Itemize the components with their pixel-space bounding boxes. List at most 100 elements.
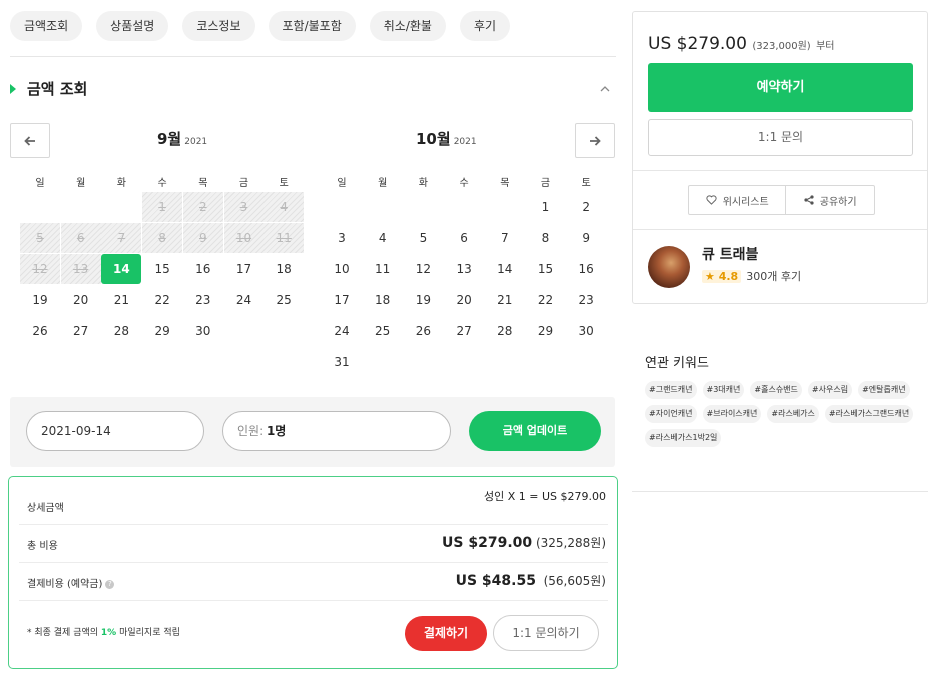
- arrow-left-icon: [24, 135, 35, 146]
- calendar-day-selected[interactable]: 14: [101, 254, 142, 284]
- weekday-label: 토: [279, 178, 289, 189]
- calendar-day[interactable]: 13: [444, 254, 484, 284]
- date-field[interactable]: 2021-09-14: [26, 411, 204, 451]
- price-summary: 상세금액 성인 X 1 = US $279.00 총 비용 US $279.00…: [8, 476, 618, 669]
- deposit-label-wrap: 결제비용 (예약금)?: [27, 575, 115, 590]
- next-month-button[interactable]: [575, 123, 615, 158]
- calendar-day[interactable]: 25: [264, 285, 304, 315]
- tab-included[interactable]: 포함/불포함: [268, 11, 356, 41]
- calendar-day[interactable]: 7: [485, 223, 525, 253]
- month-name: 10월: [416, 130, 451, 148]
- calendar-day[interactable]: 23: [566, 285, 606, 315]
- side-inquiry-button[interactable]: 1:1 문의: [648, 119, 913, 156]
- calendar-day[interactable]: 15: [526, 254, 566, 284]
- calendar-day[interactable]: 21: [101, 285, 141, 315]
- keyword-chip[interactable]: #라스베가스1박2일: [645, 429, 722, 447]
- calendar-day[interactable]: 26: [20, 316, 60, 346]
- calendar-day[interactable]: 16: [183, 254, 223, 284]
- calendar-day[interactable]: 14: [485, 254, 525, 284]
- keyword-chip[interactable]: #라스베가스그랜드캐년: [824, 405, 914, 423]
- people-field[interactable]: 인원: 1명: [222, 411, 451, 451]
- calendar-day[interactable]: 6: [444, 223, 484, 253]
- calendar-day[interactable]: 19: [20, 285, 60, 315]
- calendar-day[interactable]: 17: [322, 285, 362, 315]
- help-icon[interactable]: ?: [105, 579, 115, 589]
- calendar-day[interactable]: 18: [264, 254, 304, 284]
- keyword-chip[interactable]: #라스베가스: [767, 405, 819, 423]
- calendar-day[interactable]: 30: [183, 316, 223, 346]
- prev-month-button[interactable]: [10, 123, 50, 158]
- calendar-day[interactable]: 29: [526, 316, 566, 346]
- wishlist-button[interactable]: 위시리스트: [689, 186, 787, 214]
- calendar-day[interactable]: 26: [403, 316, 443, 346]
- keyword-chip[interactable]: #사우스림: [807, 381, 853, 399]
- calendar-day: 3: [223, 192, 264, 222]
- calendar-day[interactable]: 10: [322, 254, 362, 284]
- calendar-day[interactable]: 28: [485, 316, 525, 346]
- calendar-day[interactable]: 16: [566, 254, 606, 284]
- tab-course[interactable]: 코스정보: [182, 11, 255, 41]
- share-button[interactable]: 공유하기: [786, 186, 874, 214]
- calendar-day[interactable]: 30: [566, 316, 606, 346]
- calendar-day: 5: [20, 223, 60, 253]
- detail-row: 상세금액 성인 X 1 = US $279.00: [19, 477, 608, 525]
- calendar-day[interactable]: 3: [322, 223, 362, 253]
- keyword-chip[interactable]: #엔탈롭캐년: [858, 381, 910, 399]
- weekday-label: 금: [238, 178, 249, 189]
- deposit-krw: (56,605원): [543, 574, 606, 588]
- book-button[interactable]: 예약하기: [648, 63, 913, 112]
- note-percent: 1%: [100, 628, 117, 638]
- tab-price[interactable]: 금액조회: [10, 11, 83, 41]
- calendar-day[interactable]: 18: [363, 285, 403, 315]
- calendar-day[interactable]: 4: [363, 223, 403, 253]
- calendar-day[interactable]: 27: [61, 316, 101, 346]
- calendar-day[interactable]: 9: [566, 223, 606, 253]
- calendar-day[interactable]: 27: [444, 316, 484, 346]
- inquiry-button[interactable]: 1:1 문의하기: [493, 615, 599, 651]
- calendar-day[interactable]: 28: [101, 316, 141, 346]
- calendar-day[interactable]: 22: [142, 285, 182, 315]
- total-value: US $279.00 (325,288원): [442, 534, 606, 551]
- seller-name[interactable]: 큐 트래블: [702, 244, 758, 264]
- calendar-day[interactable]: 1: [526, 192, 566, 222]
- calendar-day[interactable]: 19: [403, 285, 443, 315]
- calendar-day[interactable]: 15: [142, 254, 182, 284]
- calendar-day[interactable]: 24: [224, 285, 264, 315]
- calendar-day[interactable]: 31: [322, 347, 362, 377]
- keyword-chip[interactable]: #3대캐년: [702, 381, 745, 399]
- deposit-label: 결제비용 (예약금): [27, 579, 103, 590]
- note-prefix: * 최종 결제 금액의: [27, 628, 99, 638]
- seller-avatar[interactable]: [648, 246, 690, 288]
- price-section-header[interactable]: 금액 조회: [10, 78, 616, 102]
- calendar-day[interactable]: 20: [444, 285, 484, 315]
- update-price-button[interactable]: 금액 업데이트: [469, 411, 601, 451]
- weekday-label: 수: [459, 178, 469, 189]
- calendar-day[interactable]: 12: [403, 254, 443, 284]
- calendar-day[interactable]: 5: [403, 223, 443, 253]
- keyword-chip[interactable]: #자이언캐년: [645, 405, 697, 423]
- review-count[interactable]: 300개 후기: [746, 268, 801, 284]
- tab-cancel[interactable]: 취소/환불: [369, 11, 446, 41]
- keyword-chip[interactable]: #그랜드캐년: [645, 381, 697, 399]
- calendar-day: 2: [182, 192, 223, 222]
- calendar-day[interactable]: 17: [224, 254, 264, 284]
- calendar-day[interactable]: 29: [142, 316, 182, 346]
- calendar-day[interactable]: 23: [183, 285, 223, 315]
- calendar-day[interactable]: 25: [363, 316, 403, 346]
- tab-reviews[interactable]: 후기: [459, 11, 511, 41]
- share-label: 공유하기: [819, 196, 857, 208]
- chevron-up-icon[interactable]: [600, 84, 610, 94]
- calendar-day[interactable]: 21: [485, 285, 525, 315]
- calendar-day[interactable]: 20: [61, 285, 101, 315]
- keyword-chip[interactable]: #브라이스캐년: [702, 405, 762, 423]
- calendar-day[interactable]: 8: [526, 223, 566, 253]
- tab-description[interactable]: 상품설명: [96, 11, 169, 41]
- calendar-day[interactable]: 2: [566, 192, 606, 222]
- pay-button[interactable]: 결제하기: [405, 616, 487, 651]
- seller-rating: ★ 4.8 300개 후기: [702, 268, 801, 284]
- calendar-day[interactable]: 24: [322, 316, 362, 346]
- section-title: 금액 조회: [27, 80, 88, 98]
- calendar-day[interactable]: 22: [526, 285, 566, 315]
- calendar-day[interactable]: 11: [363, 254, 403, 284]
- keyword-chip[interactable]: #홀스슈밴드: [750, 381, 802, 399]
